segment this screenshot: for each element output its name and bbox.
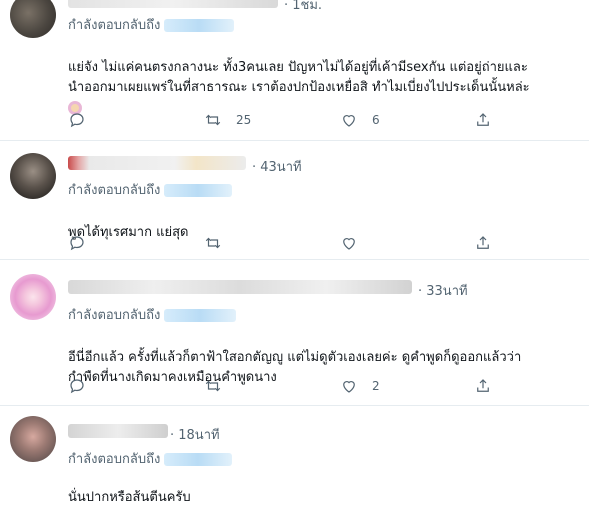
tweet-time[interactable]: · 18นาที: [170, 424, 220, 445]
mention-link[interactable]: [164, 309, 237, 322]
reply-to: กำลังตอบกลับถึง: [68, 14, 235, 35]
tweet-time[interactable]: · 33นาที: [418, 280, 468, 301]
tweet-2[interactable]: · 43นาที กำลังตอบกลับถึง พูดได้ทุเรศมาก …: [0, 141, 589, 259]
share-icon: [477, 379, 489, 392]
reply-button[interactable]: [68, 110, 86, 130]
tweet-actions: 25 6: [68, 110, 508, 130]
author-name[interactable]: [68, 280, 412, 294]
avatar[interactable]: [10, 274, 56, 320]
reply-to: กำลังตอบกลับถึง: [68, 179, 233, 200]
tweet-time[interactable]: · 1ชม.: [284, 0, 322, 15]
reply-to: กำลังตอบกลับถึง: [68, 448, 233, 469]
reply-icon: [70, 379, 84, 394]
tweet-3[interactable]: · 33นาที กำลังตอบกลับถึง อีนี่อีกแล้ว คร…: [0, 260, 589, 405]
like-count: 2: [372, 379, 380, 393]
mention-link[interactable]: [164, 184, 233, 197]
like-button[interactable]: [340, 233, 372, 253]
heart-icon: [343, 115, 355, 127]
author-name[interactable]: [68, 0, 278, 8]
avatar[interactable]: [10, 153, 56, 199]
retweet-icon: [205, 114, 221, 126]
reply-prefix: กำลังตอบกลับถึง: [68, 452, 161, 467]
tweet-time[interactable]: · 43นาที: [252, 156, 302, 177]
avatar[interactable]: [10, 416, 56, 462]
retweet-icon: [205, 237, 221, 249]
retweet-button[interactable]: 25: [204, 110, 251, 130]
reply-prefix: กำลังตอบกลับถึง: [68, 308, 161, 323]
author-name[interactable]: [68, 156, 246, 170]
retweet-count: 25: [236, 113, 252, 127]
tweet-text-content: นั่นปากหรือส้นตีนครับ: [68, 490, 191, 505]
like-button[interactable]: 6: [340, 110, 380, 130]
reply-button[interactable]: [68, 376, 86, 396]
reply-icon: [70, 236, 84, 251]
mention-link[interactable]: [164, 453, 233, 466]
reply-prefix: กำลังตอบกลับถึง: [68, 183, 161, 198]
heart-icon: [343, 381, 355, 393]
reply-prefix: กำลังตอบกลับถึง: [68, 18, 161, 33]
share-icon: [477, 236, 489, 249]
tweet-text: นั่นปากหรือส้นตีนครับ: [68, 468, 578, 508]
share-button[interactable]: [474, 233, 492, 253]
heart-icon: [343, 238, 355, 250]
reply-button[interactable]: [68, 233, 86, 253]
tweet-actions: [68, 233, 508, 253]
tweet-4[interactable]: · 18นาที กำลังตอบกลับถึง นั่นปากหรือส้นต…: [0, 406, 589, 505]
share-icon: [477, 113, 489, 126]
retweet-button[interactable]: [204, 233, 236, 253]
author-name[interactable]: [68, 424, 168, 438]
tweet-actions: 2: [68, 376, 508, 396]
avatar[interactable]: [10, 0, 56, 38]
share-button[interactable]: [474, 376, 492, 396]
retweet-icon: [205, 380, 221, 392]
like-button[interactable]: 2: [340, 376, 380, 396]
like-count: 6: [372, 113, 380, 127]
tweet-1[interactable]: · 1ชม. กำลังตอบกลับถึง แย่จัง ไม่แค่คนตร…: [0, 0, 589, 140]
share-button[interactable]: [474, 110, 492, 130]
reply-icon: [70, 113, 84, 128]
reply-to: กำลังตอบกลับถึง: [68, 304, 237, 325]
mention-link[interactable]: [164, 19, 235, 32]
retweet-button[interactable]: [204, 376, 236, 396]
